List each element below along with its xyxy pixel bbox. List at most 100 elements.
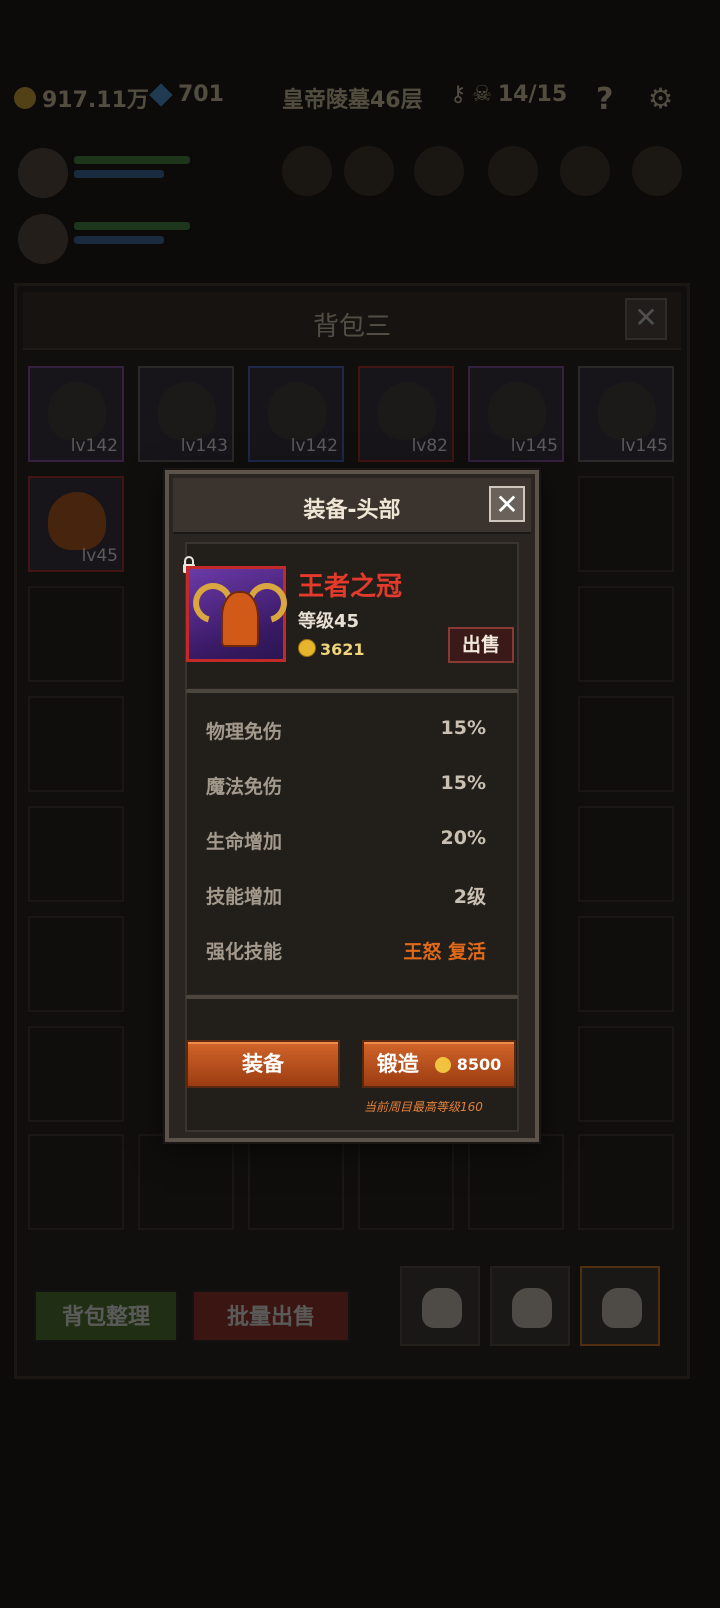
bag-slot-empty[interactable] bbox=[358, 1134, 454, 1230]
stat-value: 20% bbox=[440, 827, 486, 849]
hero-hp-bar-1 bbox=[74, 156, 190, 164]
key-icon: ⚷ bbox=[450, 82, 467, 107]
forge-cost: 8500 bbox=[456, 1055, 502, 1074]
bag-slot-empty[interactable] bbox=[578, 916, 674, 1012]
backpack-icon bbox=[512, 1288, 552, 1328]
item-level: lv142 bbox=[70, 436, 118, 456]
gear-icon: ⚙ bbox=[648, 82, 674, 115]
bag-slot-empty[interactable] bbox=[28, 1134, 124, 1230]
hero-avatar-2[interactable] bbox=[18, 214, 68, 264]
bag-slot-item[interactable]: lv145 bbox=[468, 366, 564, 462]
item-name: 王者之冠 bbox=[298, 572, 403, 602]
bag-slot-empty[interactable] bbox=[578, 806, 674, 902]
forge-button[interactable]: 锻造 8500 bbox=[362, 1040, 516, 1088]
backpack-icon bbox=[422, 1288, 462, 1328]
backpack-icon bbox=[602, 1288, 642, 1328]
item-icon-crown bbox=[185, 566, 295, 662]
divider bbox=[186, 994, 518, 999]
hero-equip-slot-6[interactable] bbox=[632, 146, 682, 196]
keys-count: 14/15 bbox=[497, 82, 568, 107]
stat-value: 15% bbox=[440, 717, 486, 739]
modal-title: 装备-头部 bbox=[303, 498, 401, 523]
bag-slot-empty[interactable] bbox=[578, 1026, 674, 1122]
bag-title: 背包三 bbox=[312, 312, 391, 342]
bag-slot-empty[interactable] bbox=[248, 1134, 344, 1230]
hero-equip-slot-1[interactable] bbox=[282, 146, 332, 196]
bag-slot-item[interactable]: lv45 bbox=[28, 476, 124, 572]
hero-equip-slot-2[interactable] bbox=[344, 146, 394, 196]
bag-tab-1[interactable] bbox=[400, 1266, 480, 1346]
stage-label[interactable]: 皇帝陵墓46层 bbox=[282, 82, 423, 114]
hero-equip-slot-3[interactable] bbox=[414, 146, 464, 196]
sell-button[interactable]: 出售 bbox=[448, 627, 514, 663]
bow-icon bbox=[378, 382, 436, 440]
stat-label: 物理免伤 bbox=[206, 721, 283, 743]
gold-coin-icon bbox=[298, 639, 316, 657]
gold-coin-icon bbox=[434, 1057, 451, 1073]
stat-label: 技能增加 bbox=[206, 886, 283, 908]
armor-icon bbox=[488, 382, 546, 440]
item-level: lv142 bbox=[290, 436, 338, 456]
help-button[interactable]: ? bbox=[596, 82, 613, 117]
stat-value: 15% bbox=[440, 772, 486, 794]
skull-icon: ☠ bbox=[472, 82, 492, 107]
organize-bag-button[interactable]: 背包整理 bbox=[34, 1290, 178, 1342]
item-sell-price: 3621 bbox=[320, 640, 365, 659]
bag-slot-item[interactable]: lv82 bbox=[358, 366, 454, 462]
stat-label: 强化技能 bbox=[206, 941, 283, 963]
gem-display: 701 bbox=[149, 82, 224, 107]
hero-equip-slot-5[interactable] bbox=[560, 146, 610, 196]
bag-close-button[interactable]: ✕ bbox=[625, 298, 667, 340]
bag-slot-empty[interactable] bbox=[28, 1026, 124, 1122]
enhanced-skills-value: 王怒 复活 bbox=[403, 941, 486, 963]
item-level: lv143 bbox=[180, 436, 228, 456]
stage-text: 皇帝陵墓46层 bbox=[282, 88, 423, 113]
hero-equip-slot-4[interactable] bbox=[488, 146, 538, 196]
bag-slot-empty[interactable] bbox=[578, 1134, 674, 1230]
bag-slot-empty[interactable] bbox=[578, 696, 674, 792]
bag-slot-empty[interactable] bbox=[468, 1134, 564, 1230]
equip-button[interactable]: 装备 bbox=[186, 1040, 340, 1088]
divider bbox=[186, 688, 518, 693]
item-level: lv145 bbox=[620, 436, 668, 456]
bag-slot-empty[interactable] bbox=[28, 916, 124, 1012]
bag-slot-empty[interactable] bbox=[28, 806, 124, 902]
armor-icon bbox=[48, 382, 106, 440]
bag-tab-3[interactable] bbox=[580, 1266, 660, 1346]
keys-display: ⚷ ☠ 14/15 bbox=[450, 82, 567, 107]
max-level-note: 当前周目最高等级160 bbox=[364, 1100, 483, 1114]
item-level: lv145 bbox=[510, 436, 558, 456]
bulk-sell-button[interactable]: 批量出售 bbox=[192, 1290, 350, 1342]
bag-slot-item[interactable]: lv142 bbox=[28, 366, 124, 462]
item-level: lv82 bbox=[411, 436, 448, 456]
hero-hp-bar-2 bbox=[74, 222, 190, 230]
hero-avatar-1[interactable] bbox=[18, 148, 68, 198]
bag-slot-empty[interactable] bbox=[138, 1134, 234, 1230]
bag-slot-empty[interactable] bbox=[28, 586, 124, 682]
stat-value: 2级 bbox=[453, 886, 486, 908]
modal-header: 装备-头部 ✕ bbox=[173, 478, 531, 534]
bag-slot-empty[interactable] bbox=[28, 696, 124, 792]
modal-close-button[interactable]: ✕ bbox=[489, 486, 525, 522]
ring-icon bbox=[598, 382, 656, 440]
bag-slot-item[interactable]: lv142 bbox=[248, 366, 344, 462]
gold-amount: 917.11万 bbox=[42, 88, 149, 113]
help-icon: ? bbox=[596, 82, 614, 117]
bag-slot-item[interactable]: lv145 bbox=[578, 366, 674, 462]
gold-coin-icon bbox=[14, 87, 36, 109]
axe-icon bbox=[158, 382, 216, 440]
gem-amount: 701 bbox=[178, 82, 224, 107]
hero-mp-bar-2 bbox=[74, 236, 164, 244]
settings-button[interactable]: ⚙ bbox=[648, 82, 673, 115]
bag-slot-empty[interactable] bbox=[578, 476, 674, 572]
stat-label: 生命增加 bbox=[206, 831, 283, 853]
top-status-bar: 917.11万 701 皇帝陵墓46层 ⚷ ☠ 14/15 ? ⚙ bbox=[0, 70, 702, 122]
bag-slot-empty[interactable] bbox=[578, 586, 674, 682]
bag-slot-item[interactable]: lv143 bbox=[138, 366, 234, 462]
hero-mp-bar-1 bbox=[74, 170, 164, 178]
helmet-body bbox=[221, 591, 259, 647]
item-level: 等级45 bbox=[298, 611, 360, 632]
bag-tab-2[interactable] bbox=[490, 1266, 570, 1346]
helmet-icon bbox=[48, 492, 106, 550]
ring-icon bbox=[268, 382, 326, 440]
